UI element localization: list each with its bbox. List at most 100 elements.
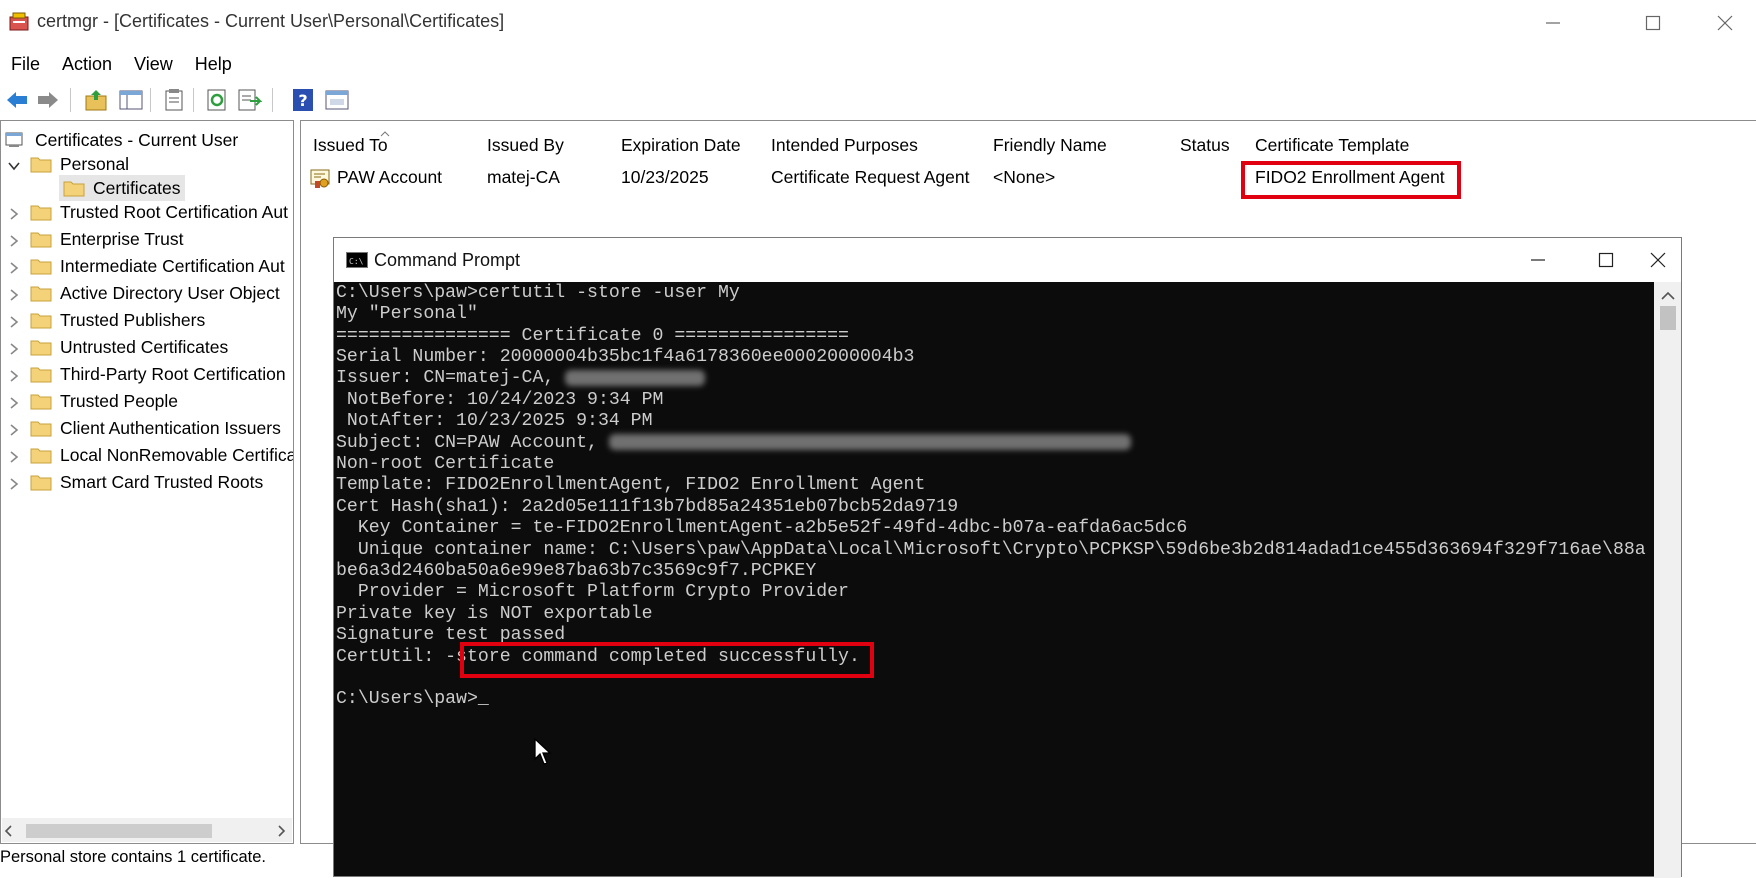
show-hide-tree-icon[interactable] (118, 87, 144, 113)
column-status[interactable]: Status (1180, 135, 1230, 156)
cmd-console-output[interactable]: C:\Users\paw>certutil -store -user My My … (334, 282, 1654, 878)
console-line: Provider = Microsoft Platform Crypto Pro… (336, 582, 849, 603)
tree-item[interactable]: Trusted Root Certification Aut (7, 199, 288, 225)
scroll-right-icon[interactable] (274, 824, 288, 837)
scroll-thumb[interactable] (26, 824, 212, 838)
cmd-vertical-scrollbar[interactable] (1654, 282, 1681, 878)
up-folder-icon[interactable] (83, 87, 109, 113)
tree-root-label: Certificates - Current User (35, 129, 239, 150)
tree-item[interactable]: Local NonRemovable Certifica (7, 442, 294, 468)
scroll-left-icon[interactable] (2, 824, 16, 837)
scroll-up-icon[interactable] (1661, 288, 1675, 300)
chevron-right-icon[interactable] (7, 421, 21, 436)
menu-action[interactable]: Action (51, 48, 123, 80)
tree-item-label: Certificates (93, 177, 181, 198)
tree-item-label: Untrusted Certificates (60, 336, 229, 357)
highlight-box-provider (460, 642, 874, 678)
column-friendly-name[interactable]: Friendly Name (993, 135, 1107, 156)
tree-item[interactable]: Trusted Publishers (7, 307, 205, 333)
cmd-minimize-button[interactable] (1506, 238, 1570, 282)
folder-icon (30, 155, 52, 173)
certmgr-app-icon[interactable] (8, 11, 30, 33)
console-line: Subject: CN=PAW Account, (336, 433, 1131, 453)
tree-item-label: Active Directory User Object (60, 282, 280, 303)
chevron-down-icon[interactable] (7, 157, 21, 171)
svg-text:?: ? (298, 91, 307, 110)
chevron-right-icon[interactable] (7, 367, 21, 382)
command-prompt-window[interactable]: C:\ Command Prompt C:\Users\paw>certutil… (333, 237, 1682, 878)
menu-file[interactable]: File (0, 48, 51, 80)
menu-help[interactable]: Help (184, 48, 243, 80)
tree-root[interactable]: Certificates - Current User (5, 127, 238, 153)
tree-item[interactable]: Untrusted Certificates (7, 334, 228, 360)
tree-item-label: Client Authentication Issuers (60, 417, 281, 438)
cmd-window-title: Command Prompt (374, 250, 521, 270)
scroll-thumb[interactable] (1660, 306, 1676, 330)
console-line: Serial Number: 20000004b35bc1f4a6178360e… (336, 347, 915, 367)
chevron-right-icon[interactable] (7, 313, 21, 328)
console-line: Unique container name: C:\Users\paw\AppD… (336, 539, 1646, 560)
tree-item-label: Local NonRemovable Certifica (60, 444, 294, 465)
horizontal-scrollbar[interactable] (2, 818, 292, 842)
column-expiration-date[interactable]: Expiration Date (621, 135, 741, 156)
redacted-text (565, 369, 706, 386)
properties-icon[interactable] (324, 87, 350, 113)
tree-item-label: Trusted Publishers (60, 309, 206, 330)
tree-item[interactable]: Smart Card Trusted Roots (7, 469, 263, 495)
tree-item[interactable]: Enterprise Trust (7, 226, 184, 252)
console-line: C:\Users\paw>_ (336, 689, 489, 710)
chevron-right-icon[interactable] (7, 259, 21, 274)
chevron-right-icon[interactable] (7, 286, 21, 301)
column-certificate-template[interactable]: Certificate Template (1255, 135, 1409, 156)
copy-icon[interactable] (161, 87, 187, 113)
help-icon[interactable]: ? (290, 87, 316, 113)
maximize-button[interactable] (1618, 0, 1688, 46)
close-button[interactable] (1690, 0, 1756, 46)
back-icon[interactable] (4, 87, 30, 113)
tree-item-certificates[interactable]: Certificates (59, 175, 185, 201)
tree-item[interactable]: Intermediate Certification Aut (7, 253, 285, 279)
chevron-right-icon[interactable] (7, 205, 21, 220)
chevron-right-icon[interactable] (7, 448, 21, 463)
cmd-title-bar[interactable]: C:\ Command Prompt (334, 238, 1681, 282)
console-line: Cert Hash(sha1): 2a2d05e111f13b7bd85a243… (336, 496, 959, 517)
cell-issued-to: PAW Account (337, 167, 443, 187)
window-title: certmgr - [Certificates - Current User\P… (37, 11, 505, 31)
redacted-text (608, 433, 1131, 450)
folder-icon (30, 392, 52, 410)
column-intended-purposes[interactable]: Intended Purposes (771, 135, 918, 156)
chevron-right-icon[interactable] (7, 475, 21, 490)
tree-item[interactable]: Active Directory User Object (7, 280, 280, 306)
refresh-icon[interactable] (204, 87, 230, 113)
menu-bar: File Action View Help (0, 48, 243, 80)
column-issued-by[interactable]: Issued By (487, 135, 564, 156)
cell-expiration: 10/23/2025 (621, 167, 709, 187)
tree-item[interactable]: Trusted People (7, 388, 178, 414)
folder-icon (30, 284, 52, 302)
folder-icon (30, 473, 52, 491)
highlight-box-template (1241, 161, 1461, 199)
chevron-right-icon[interactable] (7, 232, 21, 247)
cell-intended-purposes: Certificate Request Agent (771, 167, 970, 187)
cell-friendly-name: <None> (993, 167, 1056, 187)
cmd-maximize-button[interactable] (1574, 238, 1638, 282)
chevron-right-icon[interactable] (7, 394, 21, 409)
console-line: Key Container = te-FIDO2EnrollmentAgent-… (336, 518, 1188, 539)
chevron-right-icon[interactable] (7, 340, 21, 355)
tree-item[interactable]: Client Authentication Issuers (7, 415, 281, 441)
certificate-icon (309, 167, 333, 191)
menu-view[interactable]: View (123, 48, 184, 80)
folder-icon (30, 257, 52, 275)
tree-item-personal[interactable]: Personal (7, 151, 129, 177)
minimize-button[interactable] (1518, 0, 1588, 46)
tree-item-label: Intermediate Certification Aut (60, 255, 285, 276)
export-list-icon[interactable] (236, 87, 263, 113)
forward-icon[interactable] (35, 87, 61, 113)
console-line: NotBefore: 10/24/2023 9:34 PM (336, 389, 664, 410)
tree-item[interactable]: Third-Party Root Certification (7, 361, 286, 387)
svg-text:C:\: C:\ (349, 257, 364, 266)
console-line: Private key is NOT exportable (336, 603, 653, 624)
column-issued-to[interactable]: Issued To (313, 135, 388, 156)
cmd-close-button[interactable] (1630, 238, 1686, 282)
folder-icon (30, 419, 52, 437)
